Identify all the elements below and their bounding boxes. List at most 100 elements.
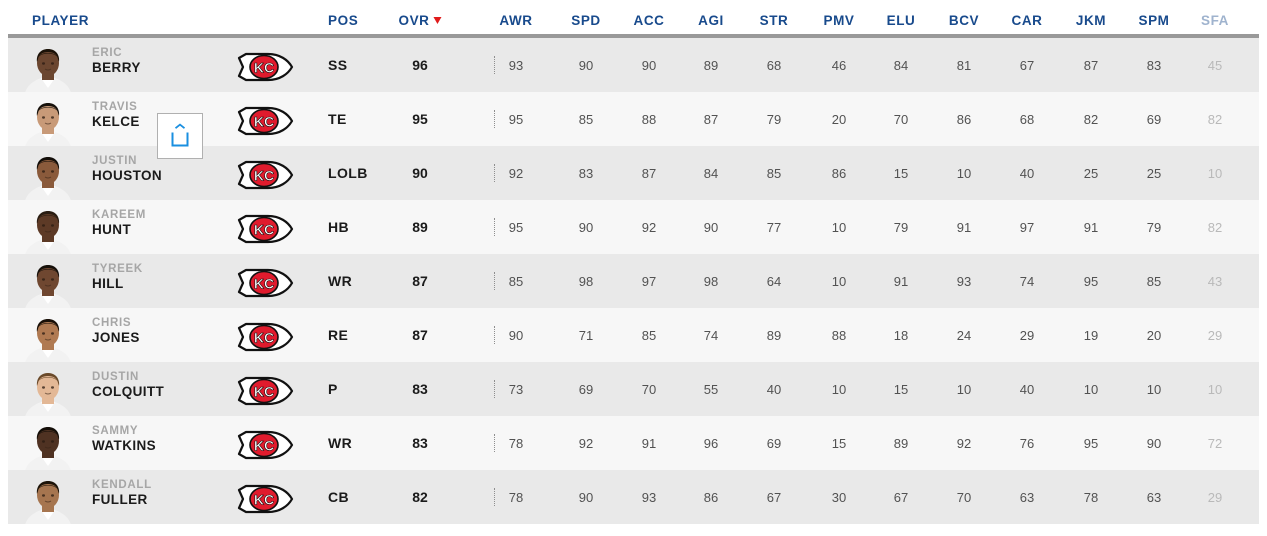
team-logo[interactable]: KC [236, 268, 294, 298]
player-name[interactable]: ERIC BERRY [92, 47, 141, 75]
table-row[interactable]: CHRIS JONES KC RE 87 90 71 85 74 89 88 18 24 29 19 20… [8, 308, 1259, 362]
column-header-elu[interactable]: ELU [887, 13, 916, 28]
stat-group-divider [494, 434, 495, 452]
stat-cell-elu: 84 [893, 58, 909, 73]
stat-cell-spd: 90 [578, 220, 594, 235]
table-row[interactable]: TYREEK HILL KC WR 87 85 98 97 98 64 10 91 93 74 95 85… [8, 254, 1259, 308]
column-header-bcv[interactable]: BCV [949, 13, 979, 28]
team-logo[interactable]: KC [236, 160, 294, 190]
column-header-car[interactable]: CAR [1011, 13, 1042, 28]
team-logo-icon: KC [237, 214, 294, 244]
team-logo[interactable]: KC [236, 52, 294, 82]
svg-text:KC: KC [254, 60, 274, 76]
stat-cell-bcv: 10 [956, 382, 972, 397]
stat-cell-jkm: 78 [1083, 490, 1099, 505]
column-header-pmv[interactable]: PMV [823, 13, 854, 28]
column-header-acc[interactable]: ACC [633, 13, 664, 28]
player-name[interactable]: KAREEM HUNT [92, 209, 146, 237]
share-button[interactable] [157, 113, 203, 159]
player-position: HB [328, 219, 350, 235]
column-header-str[interactable]: STR [760, 13, 789, 28]
team-logo-icon: KC [237, 160, 294, 190]
player-first-name: DUSTIN [92, 371, 140, 383]
stat-cell-elu: 89 [893, 436, 909, 451]
team-logo[interactable]: KC [236, 430, 294, 460]
stat-cell-awr: 90 [508, 328, 524, 343]
player-name[interactable]: TRAVIS KELCE [92, 101, 140, 129]
table-row[interactable]: KAREEM HUNT KC HB 89 95 90 92 90 77 10 79 91 97 91 79… [8, 200, 1259, 254]
team-logo[interactable]: KC [236, 376, 294, 406]
column-header-spd[interactable]: SPD [571, 13, 601, 28]
stat-cell-spd: 83 [578, 166, 594, 181]
table-row[interactable]: KENDALL FULLER KC CB 82 78 90 93 86 67 30 67 70 63 7… [8, 470, 1259, 524]
player-name[interactable]: DUSTIN COLQUITT [92, 371, 164, 399]
table-row[interactable]: ERIC BERRY KC SS 96 93 90 90 89 68 46 84 81 67 87 83 4… [8, 38, 1259, 92]
stat-cell-awr: 78 [508, 436, 524, 451]
stat-cell-bcv: 93 [956, 274, 972, 289]
player-first-name: JUSTIN [92, 155, 138, 167]
stat-cell-jkm: 19 [1083, 328, 1099, 343]
svg-text:KC: KC [254, 222, 274, 238]
team-logo[interactable]: KC [236, 106, 294, 136]
table-row[interactable]: DUSTIN COLQUITT KC P 83 73 69 70 55 40 10 15 10 40 1… [8, 362, 1259, 416]
sort-descending-icon [433, 17, 442, 24]
stat-group-divider [494, 110, 495, 128]
column-header-jkm[interactable]: JKM [1076, 13, 1106, 28]
stat-cell-awr: 92 [508, 166, 524, 181]
stat-cell-agi: 55 [703, 382, 719, 397]
stat-cell-elu: 18 [893, 328, 909, 343]
stat-cell-pmv: 86 [831, 166, 847, 181]
stat-cell-agi: 86 [703, 490, 719, 505]
column-header-spm[interactable]: SPM [1138, 13, 1169, 28]
column-header-agi[interactable]: AGI [698, 13, 724, 28]
column-header-pos[interactable]: POS [328, 13, 358, 28]
player-first-name: KAREEM [92, 209, 147, 221]
player-last-name: COLQUITT [92, 383, 165, 399]
player-name[interactable]: CHRIS JONES [92, 317, 140, 345]
player-last-name: WATKINS [92, 437, 157, 453]
stat-cell-bcv: 10 [956, 166, 972, 181]
player-name[interactable]: KENDALL FULLER [92, 479, 152, 507]
stat-cell-spm: 79 [1146, 220, 1162, 235]
stat-cell-car: 68 [1019, 112, 1035, 127]
player-overall: 82 [412, 489, 428, 505]
player-overall: 87 [412, 327, 428, 343]
stat-cell-sfa: 29 [1207, 490, 1223, 505]
stat-cell-jkm: 82 [1083, 112, 1099, 127]
column-header-sfa[interactable]: SFA [1201, 13, 1229, 28]
stat-cell-car: 74 [1019, 274, 1035, 289]
stat-cell-elu: 15 [893, 166, 909, 181]
player-last-name: JONES [92, 329, 140, 345]
team-logo[interactable]: KC [236, 214, 294, 244]
player-name[interactable]: SAMMY WATKINS [92, 425, 156, 453]
stat-cell-sfa: 45 [1207, 58, 1223, 73]
svg-text:KC: KC [254, 438, 274, 454]
stat-cell-pmv: 10 [831, 220, 847, 235]
stat-cell-str: 77 [766, 220, 782, 235]
column-header-ovr[interactable]: OVR [398, 13, 442, 28]
table-row[interactable]: SAMMY WATKINS KC WR 83 78 92 91 96 69 15 89 92 76 95… [8, 416, 1259, 470]
player-overall: 96 [412, 57, 428, 73]
stat-group-divider [494, 164, 495, 182]
stat-cell-car: 76 [1019, 436, 1035, 451]
team-logo[interactable]: KC [236, 322, 294, 352]
player-first-name: ERIC [92, 47, 123, 59]
team-logo-icon: KC [237, 376, 294, 406]
stat-cell-agi: 90 [703, 220, 719, 235]
player-last-name: HILL [92, 275, 124, 291]
stat-cell-bcv: 81 [956, 58, 972, 73]
svg-text:KC: KC [254, 492, 274, 508]
player-position: SS [328, 57, 348, 73]
stat-cell-acc: 87 [641, 166, 657, 181]
player-name[interactable]: JUSTIN HOUSTON [92, 155, 162, 183]
player-overall: 83 [412, 381, 428, 397]
stat-cell-jkm: 91 [1083, 220, 1099, 235]
column-header-player[interactable]: PLAYER [32, 13, 89, 28]
player-position: WR [328, 273, 353, 289]
stat-cell-jkm: 95 [1083, 274, 1099, 289]
player-name[interactable]: TYREEK HILL [92, 263, 143, 291]
team-logo[interactable]: KC [236, 484, 294, 514]
stat-cell-spm: 25 [1146, 166, 1162, 181]
column-header-awr[interactable]: AWR [499, 13, 532, 28]
stat-cell-jkm: 87 [1083, 58, 1099, 73]
